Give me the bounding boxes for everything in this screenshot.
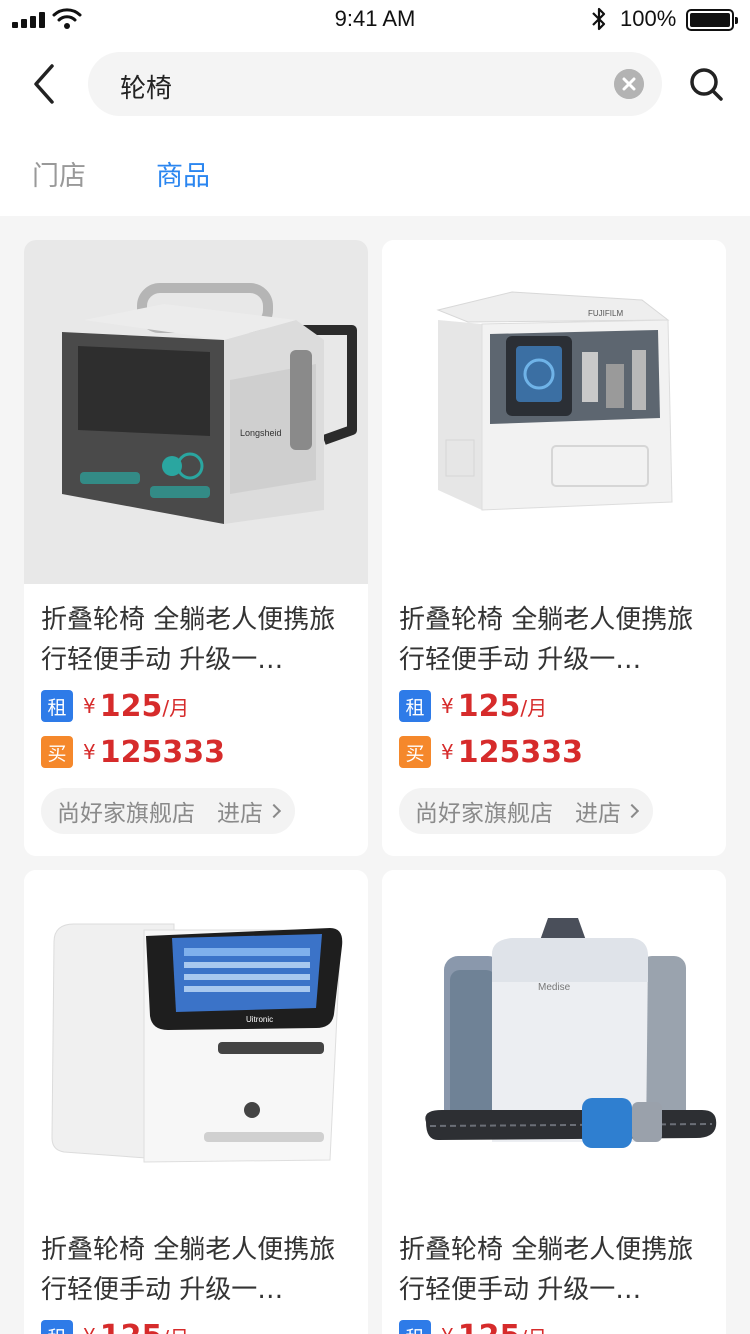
buy-price: 125333 bbox=[457, 734, 583, 770]
rent-price: 125 bbox=[100, 1319, 163, 1334]
product-image[interactable]: Uitronic bbox=[24, 870, 368, 1214]
buy-badge: 买 bbox=[399, 736, 431, 768]
tab-products[interactable]: 商品 bbox=[156, 154, 210, 193]
product-card[interactable]: Longsheid 折叠轮椅 全躺老人便携旅行轻便手动 升级一… 租 ¥ 125… bbox=[24, 240, 368, 856]
store-entry-button[interactable]: 尚好家旗舰店 进店 bbox=[41, 788, 295, 834]
product-title: 折叠轮椅 全躺老人便携旅行轻便手动 升级一… bbox=[41, 1235, 336, 1305]
currency-symbol: ¥ bbox=[441, 694, 454, 718]
rent-unit: /月 bbox=[162, 695, 190, 720]
currency-symbol: ¥ bbox=[441, 740, 454, 764]
search-input[interactable]: 轮椅 bbox=[88, 52, 662, 116]
rent-badge: 租 bbox=[41, 1320, 73, 1334]
result-tabs: 门店 商品 bbox=[0, 128, 750, 216]
rent-price-row: 租 ¥ 125 /月 bbox=[399, 1319, 547, 1334]
rent-unit: /月 bbox=[162, 1322, 189, 1334]
device-brand-label: Longsheid bbox=[240, 428, 282, 438]
status-bar: 9:41 AM 100% bbox=[0, 0, 750, 40]
buy-price-row: 买 ¥ 125333 bbox=[41, 734, 225, 770]
store-name: 尚好家旗舰店 bbox=[415, 801, 553, 827]
rent-badge: 租 bbox=[399, 690, 431, 722]
product-title: 折叠轮椅 全躺老人便携旅行轻便手动 升级一… bbox=[41, 605, 336, 675]
store-entry-button[interactable]: 尚好家旗舰店 进店 bbox=[399, 788, 653, 834]
device-brand-label: Uitronic bbox=[246, 1015, 273, 1024]
rent-unit: /月 bbox=[520, 1322, 547, 1334]
product-image[interactable]: Longsheid bbox=[24, 240, 368, 584]
currency-symbol: ¥ bbox=[83, 740, 96, 764]
cpap-machine-image: Medise bbox=[425, 918, 717, 1148]
search-query-text: 轮椅 bbox=[120, 74, 173, 104]
bluetooth-icon bbox=[592, 7, 606, 31]
currency-symbol: ¥ bbox=[83, 1324, 96, 1334]
search-icon[interactable] bbox=[688, 66, 724, 102]
product-card[interactable]: FUJIFILM 折叠轮椅 全躺老人便携旅行轻便手动 升级一… 租 ¥ 125 … bbox=[382, 240, 726, 856]
benchtop-analyzer-image: FUJIFILM bbox=[436, 291, 673, 511]
product-title: 折叠轮椅 全躺老人便携旅行轻便手动 升级一… bbox=[399, 1235, 694, 1305]
rent-badge: 租 bbox=[41, 690, 73, 722]
rent-price-row: 租 ¥ 125 /月 bbox=[41, 1319, 189, 1334]
portable-medical-device-image: Longsheid bbox=[62, 283, 357, 524]
rent-price: 125 bbox=[99, 688, 163, 724]
buy-price-row: 买 ¥ 125333 bbox=[399, 734, 583, 770]
enter-store-label: 进店 bbox=[217, 801, 263, 827]
chevron-right-icon bbox=[266, 803, 282, 819]
currency-symbol: ¥ bbox=[83, 694, 96, 718]
rent-unit: /月 bbox=[520, 695, 548, 720]
product-card[interactable]: Medise 折叠轮椅 全躺老人便携旅行轻便手动 升级一… 租 ¥ 125 /月 bbox=[382, 870, 726, 1334]
rent-price: 125 bbox=[458, 1319, 521, 1334]
rent-price-row: 租 ¥ 125 /月 bbox=[41, 688, 190, 724]
search-header: 轮椅 bbox=[0, 40, 750, 128]
back-button[interactable] bbox=[26, 62, 66, 106]
rent-badge: 租 bbox=[399, 1320, 431, 1334]
chevron-right-icon bbox=[624, 803, 640, 819]
touchscreen-analyzer-image: Uitronic bbox=[51, 923, 343, 1163]
store-name: 尚好家旗舰店 bbox=[57, 801, 195, 827]
device-brand-label: FUJIFILM bbox=[588, 309, 623, 318]
product-card[interactable]: Uitronic 折叠轮椅 全躺老人便携旅行轻便手动 升级一… 租 ¥ 125 … bbox=[24, 870, 368, 1334]
product-image[interactable]: Medise bbox=[382, 870, 726, 1214]
currency-symbol: ¥ bbox=[441, 1324, 454, 1334]
battery-icon bbox=[686, 9, 738, 31]
buy-badge: 买 bbox=[41, 736, 73, 768]
clear-search-button[interactable] bbox=[614, 69, 644, 99]
rent-price: 125 bbox=[457, 688, 521, 724]
battery-percentage: 100% bbox=[620, 6, 677, 31]
buy-price: 125333 bbox=[99, 734, 225, 770]
product-title: 折叠轮椅 全躺老人便携旅行轻便手动 升级一… bbox=[399, 605, 694, 675]
tab-stores[interactable]: 门店 bbox=[32, 154, 86, 193]
device-brand-label: Medise bbox=[538, 982, 571, 993]
rent-price-row: 租 ¥ 125 /月 bbox=[399, 688, 548, 724]
product-image[interactable]: FUJIFILM bbox=[382, 240, 726, 584]
enter-store-label: 进店 bbox=[575, 801, 621, 827]
